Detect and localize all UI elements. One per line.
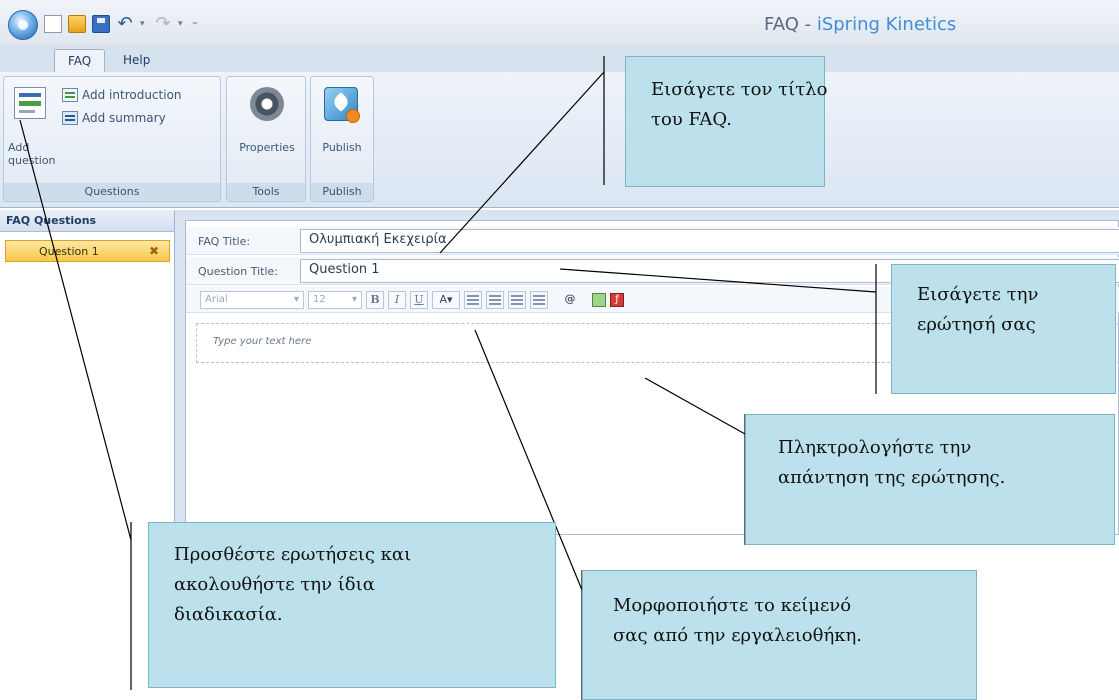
align-center-icon[interactable]	[486, 290, 504, 309]
underline-button[interactable]: U	[410, 290, 428, 309]
answer-placeholder: Type your text here	[213, 336, 312, 347]
window-title-prefix: FAQ -	[764, 14, 817, 35]
add-question-icon	[14, 87, 46, 119]
align-left-icon[interactable]	[464, 290, 482, 309]
question-item-label: Question 1	[39, 245, 99, 258]
add-summary-icon	[62, 111, 78, 125]
publish-button[interactable]: Publish	[312, 83, 372, 173]
chevron-down-icon: ▾	[293, 294, 299, 305]
add-question-label: Add question	[8, 141, 56, 167]
font-color-button[interactable]: A▾	[432, 290, 460, 309]
add-introduction-button[interactable]: Add introduction	[62, 85, 182, 105]
callout-answer: Πληκτρολογήστε την απάντηση της ερώτησης.	[745, 414, 1115, 545]
chevron-down-icon: ▾	[351, 294, 357, 305]
italic-button[interactable]: I	[388, 290, 406, 309]
gear-icon	[247, 84, 287, 124]
window-title-brand: iSpring Kinetics	[816, 14, 957, 35]
bold-button[interactable]: B	[366, 290, 384, 309]
tools-group-label: Tools	[227, 183, 305, 201]
callout-add-questions: Προσθέστε ερωτήσεις και ακολουθήστε την ί…	[148, 522, 556, 688]
insert-flash-icon[interactable]: ƒ	[610, 292, 624, 307]
callout-question-title: Εισάγετε την ερώτησή σας	[891, 264, 1116, 394]
faq-title-input[interactable]: Ολυμπιακή Εκεχειρία	[300, 229, 1119, 253]
app-menu-orb-icon[interactable]	[8, 10, 38, 40]
remove-question-icon[interactable]: ✖	[149, 244, 159, 258]
font-family-select[interactable]: Arial ▾	[200, 290, 304, 309]
new-file-icon[interactable]	[44, 15, 62, 33]
ribbon-group-publish: Publish Publish	[310, 76, 374, 202]
insert-image-icon[interactable]	[592, 292, 606, 307]
add-question-button[interactable]: Add question	[6, 83, 56, 173]
add-introduction-label: Add introduction	[82, 88, 182, 102]
align-justify-icon[interactable]	[530, 290, 548, 309]
customize-toolbar-icon[interactable]: ⁼	[192, 18, 202, 31]
ribbon: Add question Add introduction Add summary…	[0, 72, 1119, 208]
undo-dropdown-icon[interactable]: ▾	[140, 19, 148, 29]
ribbon-group-tools: Properties Tools	[226, 76, 306, 202]
hyperlink-icon[interactable]: @	[560, 291, 580, 309]
panel-header: FAQ Questions	[0, 210, 174, 232]
save-icon[interactable]	[92, 15, 110, 33]
properties-button[interactable]: Properties	[233, 83, 301, 173]
questions-group-label: Questions	[4, 183, 220, 201]
window-title: FAQ - iSpring Kinetics	[764, 14, 956, 35]
add-introduction-icon	[62, 88, 78, 102]
publish-group-label: Publish	[311, 183, 373, 201]
question-title-label: Question Title:	[198, 265, 278, 278]
redo-icon[interactable]: ↷	[154, 15, 172, 33]
quick-access-toolbar: ↶ ▾ ↷ ▾ ⁼	[44, 13, 202, 35]
tab-help[interactable]: Help	[110, 49, 163, 72]
faq-title-row: FAQ Title: Ολυμπιακή Εκεχειρία	[186, 227, 1119, 255]
font-size-select[interactable]: 12 ▾	[308, 290, 362, 309]
add-summary-button[interactable]: Add summary	[62, 108, 166, 128]
faq-questions-panel: FAQ Questions Question 1 ✖	[0, 210, 175, 535]
ribbon-tab-strip: FAQ Help	[0, 46, 1119, 72]
publish-rocket-icon	[324, 87, 360, 123]
publish-label: Publish	[322, 141, 362, 154]
undo-icon[interactable]: ↶	[116, 15, 134, 33]
add-summary-label: Add summary	[82, 111, 166, 125]
align-right-icon[interactable]	[508, 290, 526, 309]
properties-label: Properties	[239, 141, 295, 154]
tab-faq[interactable]: FAQ	[54, 49, 106, 72]
callout-faq-title: Εισάγετε τον τίτλο του FAQ.	[625, 56, 827, 187]
sidebar-item-question-1[interactable]: Question 1 ✖	[5, 240, 170, 262]
faq-title-label: FAQ Title:	[198, 235, 251, 248]
ribbon-group-questions: Add question Add introduction Add summary…	[3, 76, 221, 202]
redo-dropdown-icon[interactable]: ▾	[178, 19, 186, 29]
title-bar: ↶ ▾ ↷ ▾ ⁼ FAQ - iSpring Kinetics	[0, 0, 1119, 46]
open-folder-icon[interactable]	[68, 15, 86, 33]
callout-format-text: Μορφοποιήστε το κείμενό σας από την εργαλ…	[582, 570, 977, 700]
